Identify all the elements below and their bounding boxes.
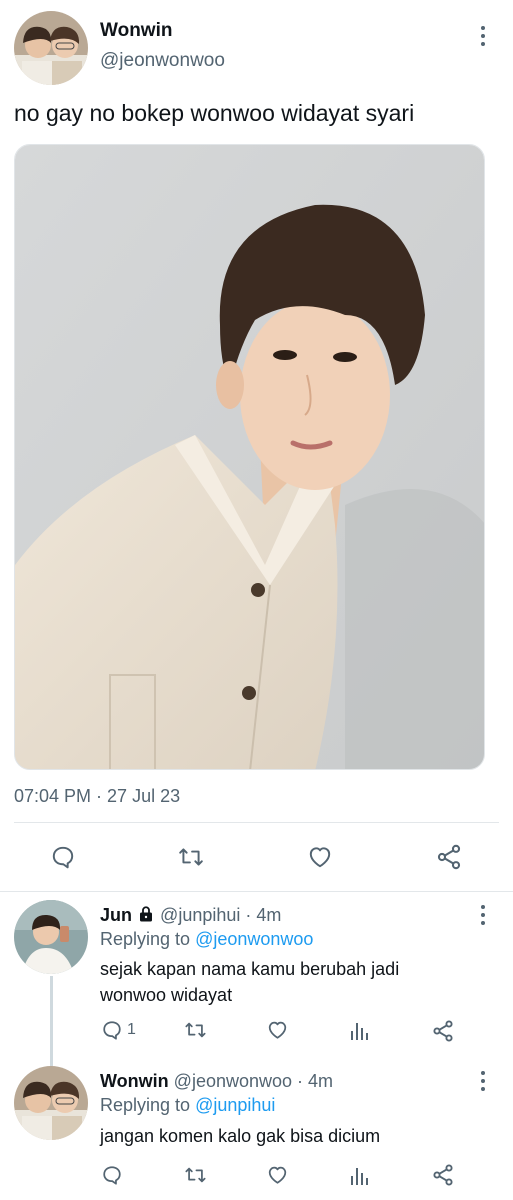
retweet-icon <box>185 1167 206 1183</box>
divider <box>14 822 499 823</box>
retweet-icon <box>179 848 203 866</box>
tweet-timestamp[interactable]: 07:04 PM · 27 Jul 23 <box>14 786 180 807</box>
like-button[interactable] <box>266 1164 289 1186</box>
avatar[interactable] <box>14 1066 88 1140</box>
replying-to: Replying to @jeonwonwoo <box>100 929 313 950</box>
reply-text-line: sejak kapan nama kamu berubah jadi <box>100 959 400 979</box>
tweet-photo[interactable] <box>14 144 485 770</box>
reply-button[interactable] <box>101 1164 123 1186</box>
author-name[interactable]: Jun <box>100 905 132 925</box>
reply-icon <box>52 846 74 869</box>
share-button[interactable] <box>431 1019 455 1043</box>
author-name[interactable]: Wonwin <box>100 20 172 42</box>
reply-header: Jun @junpihui · 4m <box>100 905 281 926</box>
author-handle[interactable]: @jeonwonwoo <box>174 1071 292 1091</box>
replying-to: Replying to @junpihui <box>100 1095 275 1116</box>
like-icon <box>268 1166 287 1184</box>
retweet-icon <box>185 1022 206 1038</box>
share-button[interactable] <box>435 843 463 871</box>
reply-time: · 4m <box>297 1071 334 1091</box>
reply-count: 1 <box>127 1021 136 1038</box>
reply-text: sejak kapan nama kamu berubah jadi wonwo… <box>100 956 399 1008</box>
retweet-button[interactable] <box>183 1019 208 1041</box>
reply-text-line: jangan komen kalo gak bisa dicium <box>100 1126 381 1146</box>
thread-line <box>50 976 53 1068</box>
share-icon <box>433 1164 453 1186</box>
replying-to-label: Replying to <box>100 929 191 949</box>
analytics-icon <box>351 1168 368 1185</box>
reply-time: · 4m <box>245 905 282 925</box>
author-handle[interactable]: @junpihui <box>160 905 240 925</box>
share-icon <box>437 844 461 870</box>
retweet-button[interactable] <box>183 1164 208 1186</box>
reply-header: Wonwin @jeonwonwoo · 4m <box>100 1071 333 1092</box>
tweet-text: no gay no bokep wonwoo widayat syari <box>14 100 415 126</box>
divider <box>0 891 513 892</box>
reply-button[interactable]: 1 <box>101 1019 136 1041</box>
author-name[interactable]: Wonwin <box>100 1071 169 1091</box>
reply-icon <box>103 1166 121 1185</box>
replying-to-label: Replying to <box>100 1095 191 1115</box>
like-button[interactable] <box>266 1019 289 1041</box>
reply-button[interactable] <box>50 844 76 870</box>
reply-text-line: wonwoo widayat <box>100 985 233 1005</box>
avatar[interactable] <box>14 11 88 85</box>
replying-to-handle[interactable]: @junpihui <box>195 1095 275 1115</box>
lock-icon <box>140 906 153 922</box>
analytics-button[interactable] <box>350 1019 370 1041</box>
more-options-icon[interactable] <box>473 901 493 929</box>
author-handle[interactable]: @jeonwonwoo <box>100 50 225 72</box>
share-button[interactable] <box>431 1163 455 1187</box>
analytics-button[interactable] <box>350 1164 370 1186</box>
reply-text: jangan komen kalo gak bisa dicium <box>100 1123 380 1149</box>
reply-icon <box>103 1021 121 1040</box>
like-button[interactable] <box>306 844 334 870</box>
more-options-icon[interactable] <box>473 1067 493 1095</box>
like-icon <box>268 1021 287 1039</box>
replying-to-handle[interactable]: @jeonwonwoo <box>195 929 313 949</box>
like-icon <box>309 847 331 868</box>
more-options-icon[interactable] <box>473 22 493 50</box>
analytics-icon <box>351 1023 368 1040</box>
share-icon <box>433 1020 453 1042</box>
avatar[interactable] <box>14 900 88 974</box>
retweet-button[interactable] <box>176 844 206 870</box>
